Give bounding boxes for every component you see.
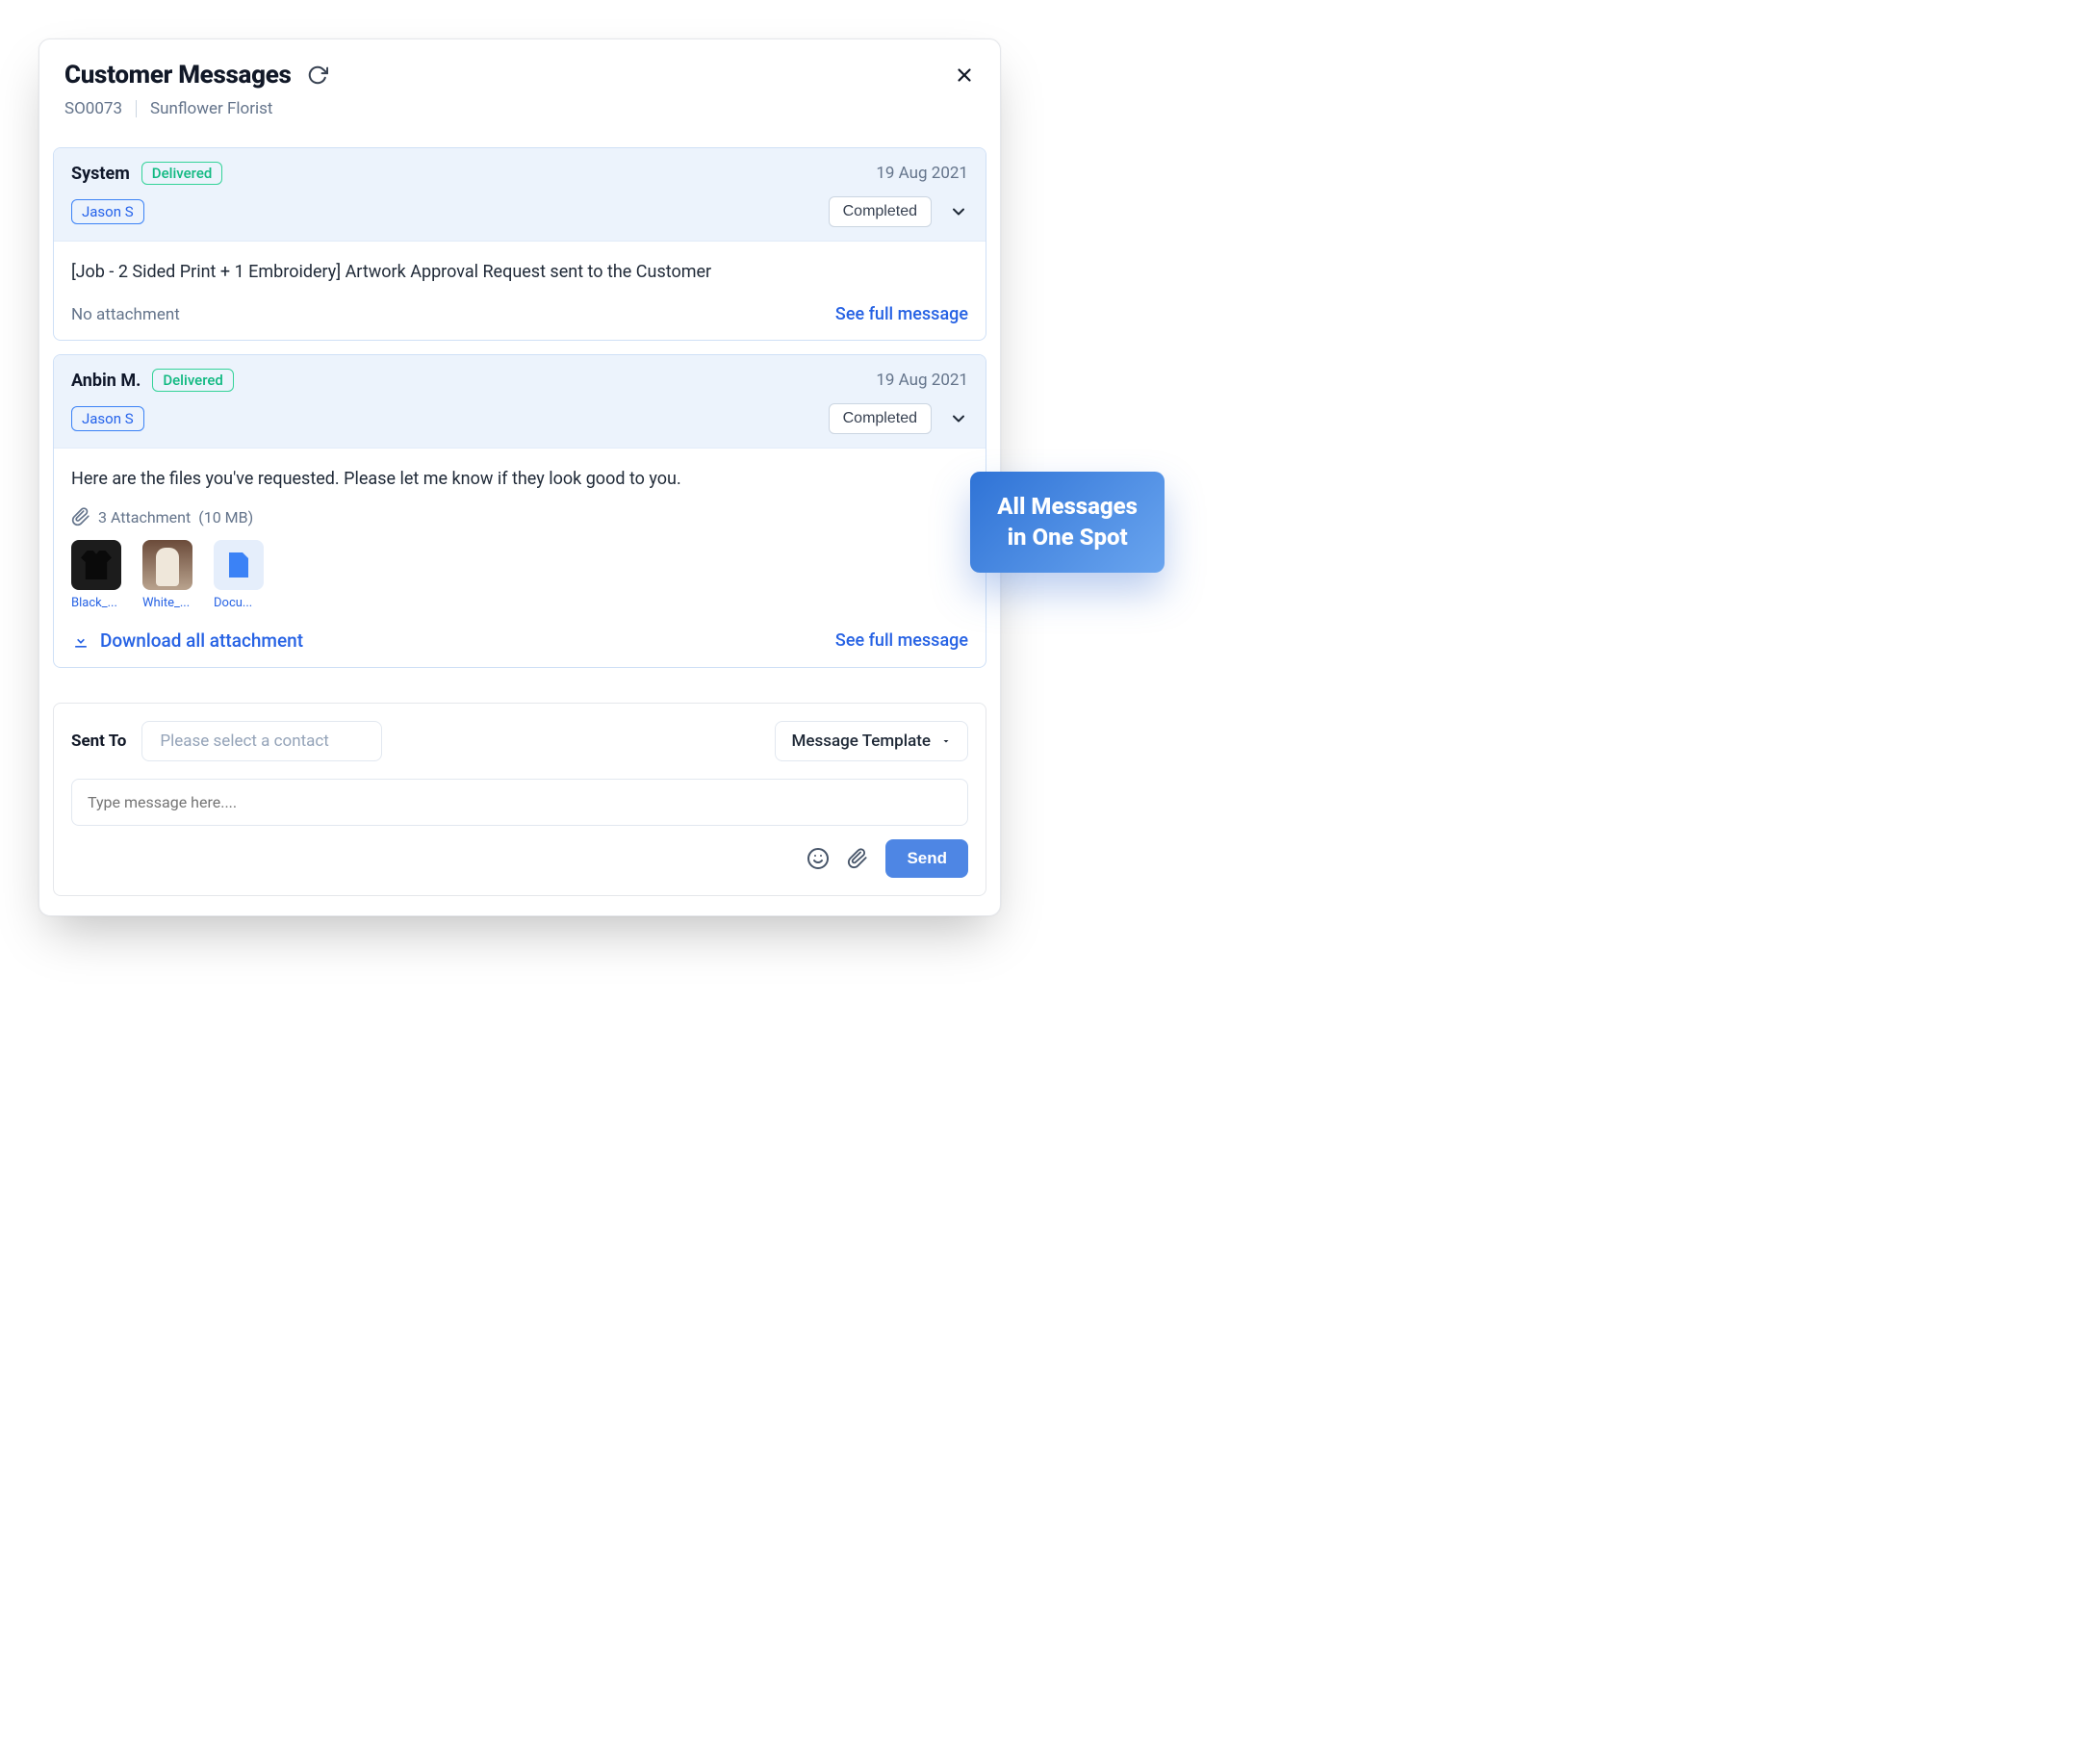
photo-image-icon <box>142 540 192 590</box>
stage-select[interactable]: Completed <box>829 196 932 227</box>
download-icon <box>71 631 90 651</box>
chevron-down-icon[interactable] <box>949 202 968 221</box>
refresh-icon[interactable] <box>307 64 328 86</box>
message-card: System Delivered 19 Aug 2021 Jason S Com… <box>53 147 986 341</box>
recipient-badge: Jason S <box>71 406 144 431</box>
attach-icon[interactable] <box>847 848 868 869</box>
close-icon[interactable] <box>954 64 975 86</box>
attachment-filename: Black_... <box>71 596 125 610</box>
customer-name: Sunflower Florist <box>150 99 272 118</box>
emoji-icon[interactable] <box>807 847 830 870</box>
message-date: 19 Aug 2021 <box>876 371 968 390</box>
message-template-select[interactable]: Message Template <box>775 721 968 761</box>
send-button[interactable]: Send <box>885 839 968 878</box>
download-all-link[interactable]: Download all attachment <box>71 629 303 652</box>
no-attachment-label: No attachment <box>71 305 180 324</box>
document-icon <box>214 540 264 590</box>
attachment-meta: 3 Attachment (10 MB) <box>71 507 968 526</box>
recipient-badge: Jason S <box>71 199 144 224</box>
message-sender: System <box>71 164 130 184</box>
message-card: Anbin M. Delivered 19 Aug 2021 Jason S C… <box>53 354 986 668</box>
page-title: Customer Messages <box>64 61 292 90</box>
attachment-size: (10 MB) <box>198 508 253 526</box>
message-body-text: Here are the files you've requested. Ple… <box>71 466 968 492</box>
chevron-down-icon[interactable] <box>949 409 968 428</box>
attachment-thumbnail[interactable]: Docu... <box>214 540 268 610</box>
separator <box>136 100 137 117</box>
attachment-thumbnail[interactable]: Black_... <box>71 540 125 610</box>
see-full-message-link[interactable]: See full message <box>835 630 968 651</box>
delivery-status-badge: Delivered <box>152 369 234 392</box>
contact-select[interactable]: Please select a contact <box>141 721 382 761</box>
delivery-status-badge: Delivered <box>141 162 223 185</box>
attachment-filename: White_... <box>142 596 196 610</box>
caret-down-icon <box>940 735 952 747</box>
attachment-filename: Docu... <box>214 596 268 610</box>
shirt-image-icon <box>71 540 121 590</box>
panel-header: Customer Messages SO0073 Sunflower Flori… <box>39 39 1000 134</box>
download-all-label: Download all attachment <box>100 629 303 652</box>
stage-select[interactable]: Completed <box>829 403 932 434</box>
message-body-text: [Job - 2 Sided Print + 1 Embroidery] Art… <box>71 259 968 285</box>
attachment-thumbnail[interactable]: White_... <box>142 540 196 610</box>
order-id: SO0073 <box>64 99 122 118</box>
sent-to-label: Sent To <box>71 732 126 751</box>
message-input[interactable] <box>71 779 968 826</box>
paperclip-icon <box>71 507 90 526</box>
customer-messages-panel: Customer Messages SO0073 Sunflower Flori… <box>38 39 1001 916</box>
message-date: 19 Aug 2021 <box>876 164 968 183</box>
see-full-message-link[interactable]: See full message <box>835 304 968 324</box>
message-sender: Anbin M. <box>71 371 141 391</box>
attachment-count: 3 Attachment <box>98 508 191 526</box>
message-composer: Sent To Please select a contact Message … <box>53 703 986 896</box>
template-label: Message Template <box>791 732 931 751</box>
promo-callout: All Messages in One Spot <box>970 472 1165 573</box>
